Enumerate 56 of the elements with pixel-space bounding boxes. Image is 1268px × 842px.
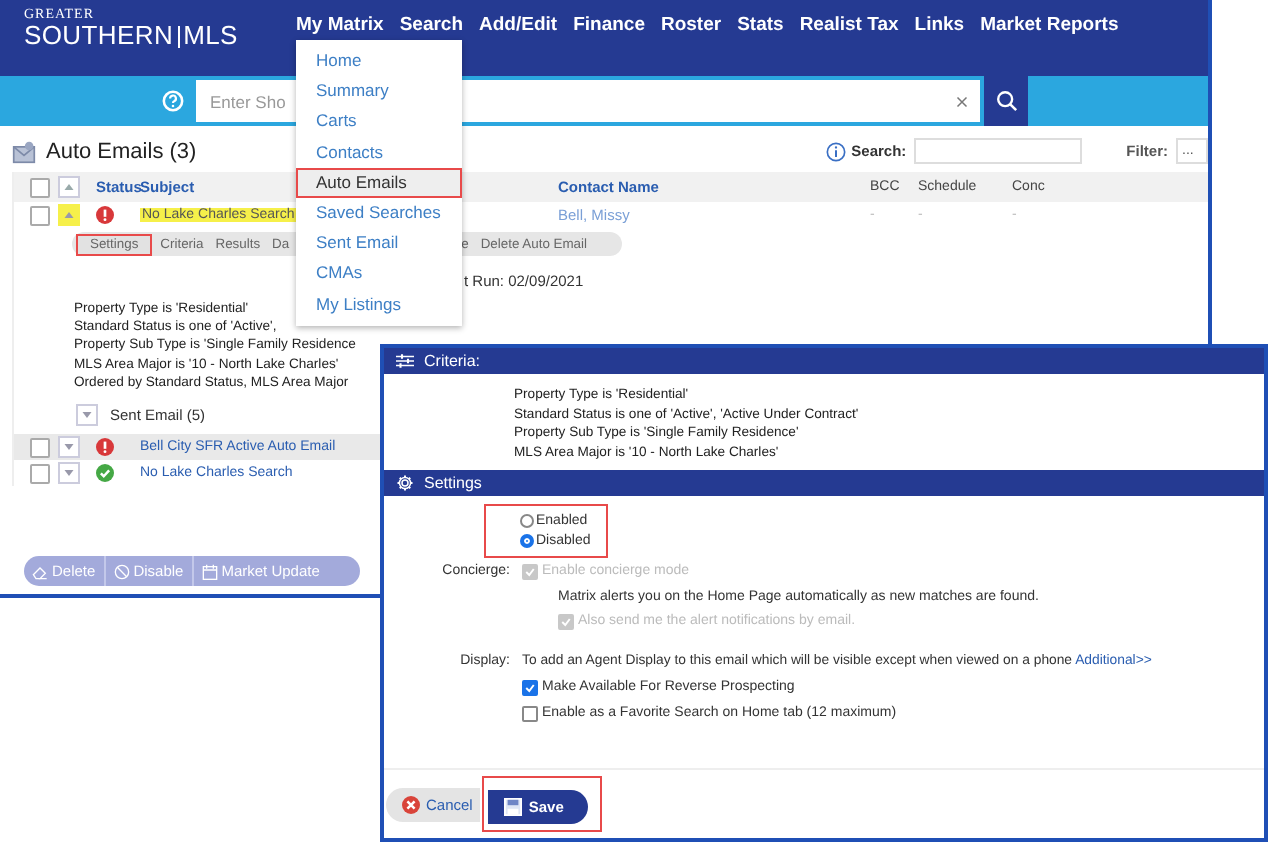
menu-item[interactable]: Sent Email	[296, 228, 462, 259]
sort-button[interactable]	[58, 176, 80, 198]
calendar-icon	[201, 563, 218, 579]
checkbox[interactable]	[30, 205, 50, 225]
caret-icon	[82, 412, 92, 419]
nav-link[interactable]: Market Reports	[980, 14, 1119, 36]
prohibited-icon	[113, 563, 130, 579]
nav-link[interactable]: Realist Tax	[799, 14, 899, 36]
caret-icon	[64, 212, 74, 218]
help-icon[interactable]	[162, 90, 184, 112]
menu-item[interactable]: Summary	[296, 76, 462, 107]
menu-item[interactable]: Saved Searches	[296, 197, 462, 229]
check-icon	[96, 464, 114, 483]
logo-text: SOUTHERN	[24, 22, 174, 50]
menu-item[interactable]: CMAs	[296, 258, 462, 289]
nav-link[interactable]: Links	[914, 14, 965, 36]
search-icon	[995, 90, 1017, 112]
cancel-icon	[402, 795, 420, 813]
error-icon	[96, 438, 114, 457]
search-button[interactable]	[984, 76, 1028, 126]
radio-button[interactable]	[520, 514, 534, 528]
expand-button[interactable]	[58, 436, 80, 459]
menu-item[interactable]: Contacts	[296, 137, 462, 168]
radio-button[interactable]	[520, 534, 534, 548]
caret-icon	[64, 184, 74, 190]
checkbox[interactable]	[30, 463, 50, 484]
nav-link[interactable]: Finance	[573, 14, 645, 36]
checkbox[interactable]	[30, 437, 50, 458]
caret-icon	[64, 444, 74, 451]
checkbox[interactable]	[522, 706, 538, 722]
table-search-field[interactable]	[914, 138, 1083, 164]
page-title: Auto Emails (3)	[46, 139, 197, 163]
info-icon	[825, 141, 846, 161]
section-title: Settings	[424, 474, 482, 492]
expand-button[interactable]	[58, 462, 80, 485]
eraser-icon	[32, 563, 48, 579]
menu-item[interactable]: Auto Emails	[296, 167, 462, 198]
sliders-icon	[396, 352, 414, 370]
expand-button[interactable]	[58, 204, 80, 226]
logo-text: MLS	[183, 22, 238, 50]
nav-link[interactable]: Roster	[660, 14, 722, 36]
nav-link[interactable]: Search	[399, 14, 464, 36]
section-title: Criteria:	[424, 352, 481, 370]
checkbox[interactable]	[30, 177, 50, 197]
nav-link[interactable]: Stats	[737, 14, 784, 36]
expand-button[interactable]	[76, 404, 98, 427]
envelope-icon	[12, 139, 36, 163]
checkbox[interactable]	[522, 680, 538, 696]
nav-link[interactable]: Add/Edit	[479, 14, 558, 36]
gear-icon	[396, 474, 414, 492]
menu-item[interactable]: Home	[296, 46, 462, 77]
error-icon	[96, 206, 114, 224]
close-icon[interactable]	[956, 95, 968, 107]
nav-link[interactable]: My Matrix	[296, 14, 384, 36]
menu-item[interactable]: My Listings	[296, 289, 462, 320]
caret-icon	[64, 470, 74, 477]
